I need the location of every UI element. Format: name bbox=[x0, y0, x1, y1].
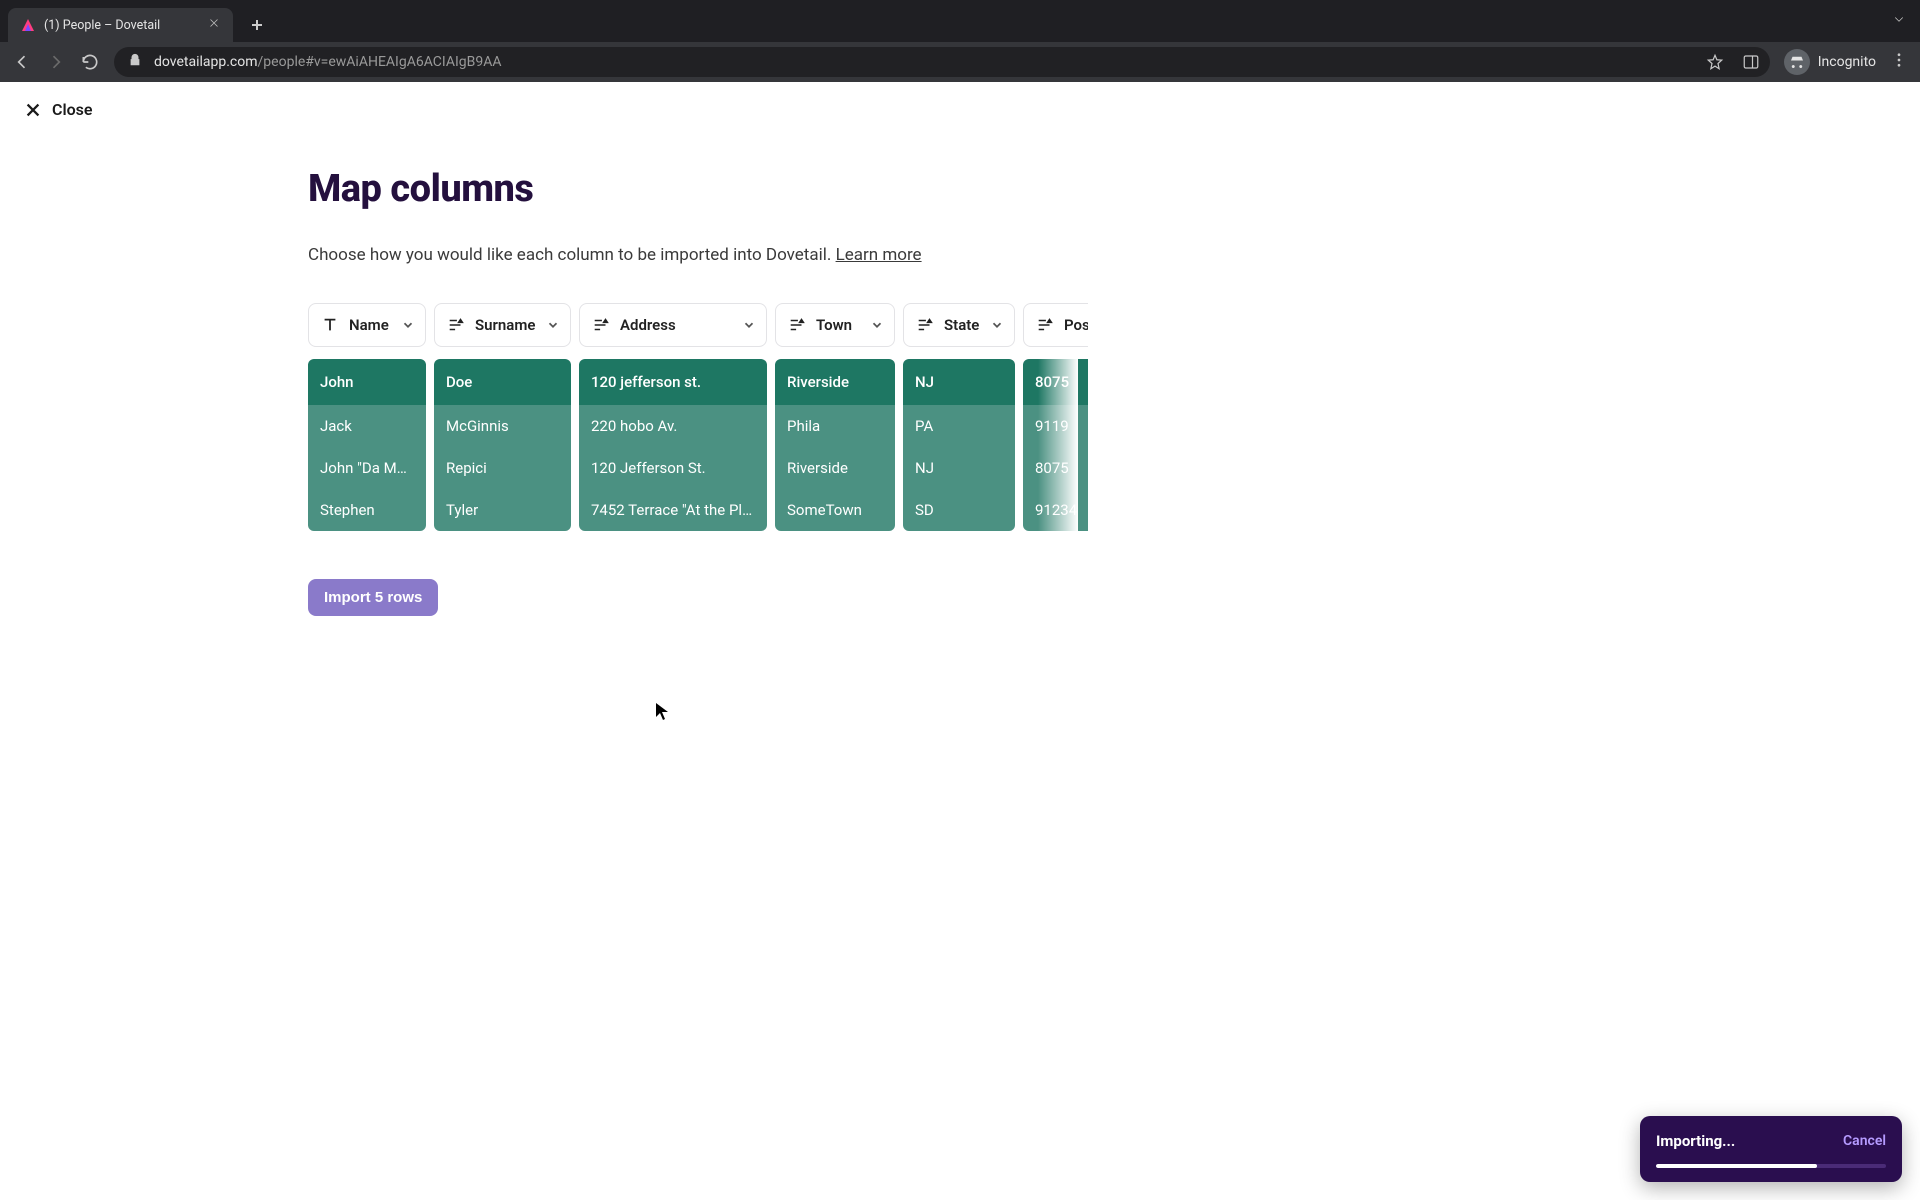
page-content: Close Map columns Choose how you would l… bbox=[0, 82, 1920, 1200]
forward-button bbox=[46, 52, 66, 72]
preview-cell: 91234 bbox=[1023, 489, 1088, 531]
import-button[interactable]: Import 5 rows bbox=[308, 579, 438, 616]
reload-button[interactable] bbox=[80, 52, 100, 72]
url-path: /people#v=ewAiAHEAIgA6ACIAIgB9AA bbox=[258, 54, 502, 70]
close-label: Close bbox=[52, 100, 93, 119]
column-label: Surname bbox=[475, 316, 535, 334]
preview-cell: McGinnis bbox=[434, 405, 571, 447]
preview-cell: 220 hobo Av. bbox=[579, 405, 767, 447]
preview-cell: 7452 Terrace "At the Pla… bbox=[579, 489, 767, 531]
import-progress-toast: Importing... Cancel bbox=[1640, 1116, 1902, 1182]
new-tab-button[interactable] bbox=[243, 11, 271, 39]
map-columns-wizard: Map columns Choose how you would like ea… bbox=[308, 167, 1088, 616]
cursor-icon bbox=[655, 702, 669, 722]
preview-cell: SD bbox=[903, 489, 1015, 531]
column-mapping-table: Name JohnJackJohn "Da Man"Stephen Surname D… bbox=[308, 303, 1088, 531]
back-button[interactable] bbox=[12, 52, 32, 72]
browser-toolbar: dovetailapp.com /people#v=ewAiAHEAIgA6AC… bbox=[0, 42, 1920, 82]
column-address: Address 120 jefferson st.220 hobo Av.120 … bbox=[579, 303, 767, 531]
browser-menu-icon[interactable] bbox=[1890, 51, 1908, 73]
browser-chrome: (1) People – Dovetail dovetailapp.co bbox=[0, 0, 1920, 82]
preview-cell: Stephen bbox=[308, 489, 426, 531]
page-subtext: Choose how you would like each column to… bbox=[308, 245, 1088, 265]
preview-cell: NJ bbox=[903, 359, 1015, 405]
tab-title: (1) People – Dovetail bbox=[44, 18, 199, 33]
column-mapping-dropdown[interactable]: Surname bbox=[434, 303, 571, 347]
close-icon bbox=[24, 101, 42, 119]
dovetail-favicon bbox=[20, 17, 36, 33]
toast-title: Importing... bbox=[1656, 1132, 1735, 1150]
side-panel-icon[interactable] bbox=[1742, 53, 1760, 71]
preview-cell: Doe bbox=[434, 359, 571, 405]
column-preview: 120 jefferson st.220 hobo Av.120 Jeffers… bbox=[579, 359, 767, 531]
url-text: dovetailapp.com /people#v=ewAiAHEAIgA6AC… bbox=[154, 54, 501, 70]
browser-tab[interactable]: (1) People – Dovetail bbox=[8, 8, 233, 42]
chevron-down-icon bbox=[870, 318, 884, 332]
chevron-down-icon bbox=[742, 318, 756, 332]
preview-cell: Jack bbox=[308, 405, 426, 447]
address-bar[interactable]: dovetailapp.com /people#v=ewAiAHEAIgA6AC… bbox=[114, 47, 1770, 77]
chevron-down-icon bbox=[401, 318, 415, 332]
incognito-label: Incognito bbox=[1818, 54, 1876, 70]
learn-more-link[interactable]: Learn more bbox=[836, 245, 922, 265]
preview-cell: John bbox=[308, 359, 426, 405]
column-mapping-dropdown[interactable]: Address bbox=[579, 303, 767, 347]
url-host: dovetailapp.com bbox=[154, 54, 258, 70]
column-mapping-dropdown[interactable]: Name bbox=[308, 303, 426, 347]
preview-cell: 8075 bbox=[1023, 359, 1088, 405]
preview-cell: 120 Jefferson St. bbox=[579, 447, 767, 489]
preview-cell: SomeTown bbox=[775, 489, 895, 531]
column-mapping-dropdown[interactable]: Post bbox=[1023, 303, 1088, 347]
incognito-indicator[interactable]: Incognito bbox=[1784, 49, 1876, 75]
column-preview: RiversidePhilaRiversideSomeTown bbox=[775, 359, 895, 531]
tab-strip: (1) People – Dovetail bbox=[0, 0, 1920, 42]
close-tab-icon[interactable] bbox=[207, 16, 221, 34]
column-mapping-dropdown[interactable]: State bbox=[903, 303, 1015, 347]
field-type-icon bbox=[447, 316, 465, 334]
preview-cell: Tyler bbox=[434, 489, 571, 531]
toast-cancel-button[interactable]: Cancel bbox=[1843, 1133, 1886, 1149]
preview-cell: Riverside bbox=[775, 447, 895, 489]
preview-cell: Phila bbox=[775, 405, 895, 447]
preview-cell: Riverside bbox=[775, 359, 895, 405]
preview-cell: Repici bbox=[434, 447, 571, 489]
column-preview: 80759119807591234 bbox=[1023, 359, 1088, 531]
tab-overflow-icon[interactable] bbox=[1890, 10, 1908, 32]
column-preview: NJPANJSD bbox=[903, 359, 1015, 531]
toast-progress-track bbox=[1656, 1164, 1886, 1168]
preview-cell: John "Da Man" bbox=[308, 447, 426, 489]
preview-cell: 120 jefferson st. bbox=[579, 359, 767, 405]
column-state: StateNJPANJSD bbox=[903, 303, 1015, 531]
column-preview: JohnJackJohn "Da Man"Stephen bbox=[308, 359, 426, 531]
column-surname: Surname DoeMcGinnisRepiciTyler bbox=[434, 303, 571, 531]
field-type-icon bbox=[321, 316, 339, 334]
preview-cell: NJ bbox=[903, 447, 1015, 489]
page-title: Map columns bbox=[308, 167, 1088, 211]
toast-progress-fill bbox=[1656, 1164, 1817, 1168]
column-mapping-dropdown[interactable]: Town bbox=[775, 303, 895, 347]
preview-cell: PA bbox=[903, 405, 1015, 447]
lock-icon bbox=[128, 53, 142, 71]
preview-cell: 9119 bbox=[1023, 405, 1088, 447]
column-label: State bbox=[944, 316, 979, 334]
column-name: Name JohnJackJohn "Da Man"Stephen bbox=[308, 303, 426, 531]
column-label: Address bbox=[620, 316, 676, 334]
field-type-icon bbox=[1036, 316, 1054, 334]
chevron-down-icon bbox=[990, 318, 1004, 332]
column-preview: DoeMcGinnisRepiciTyler bbox=[434, 359, 571, 531]
column-label: Town bbox=[816, 316, 852, 334]
subtext-body: Choose how you would like each column to… bbox=[308, 245, 836, 265]
bookmark-icon[interactable] bbox=[1706, 53, 1724, 71]
column-post: Post80759119807591234 bbox=[1023, 303, 1088, 531]
field-type-icon bbox=[916, 316, 934, 334]
incognito-icon bbox=[1784, 49, 1810, 75]
close-button[interactable]: Close bbox=[0, 82, 1920, 137]
column-town: TownRiversidePhilaRiversideSomeTown bbox=[775, 303, 895, 531]
chevron-down-icon bbox=[546, 318, 560, 332]
column-label: Post bbox=[1064, 316, 1088, 334]
field-type-icon bbox=[592, 316, 610, 334]
preview-cell: 8075 bbox=[1023, 447, 1088, 489]
field-type-icon bbox=[788, 316, 806, 334]
column-label: Name bbox=[349, 316, 389, 334]
